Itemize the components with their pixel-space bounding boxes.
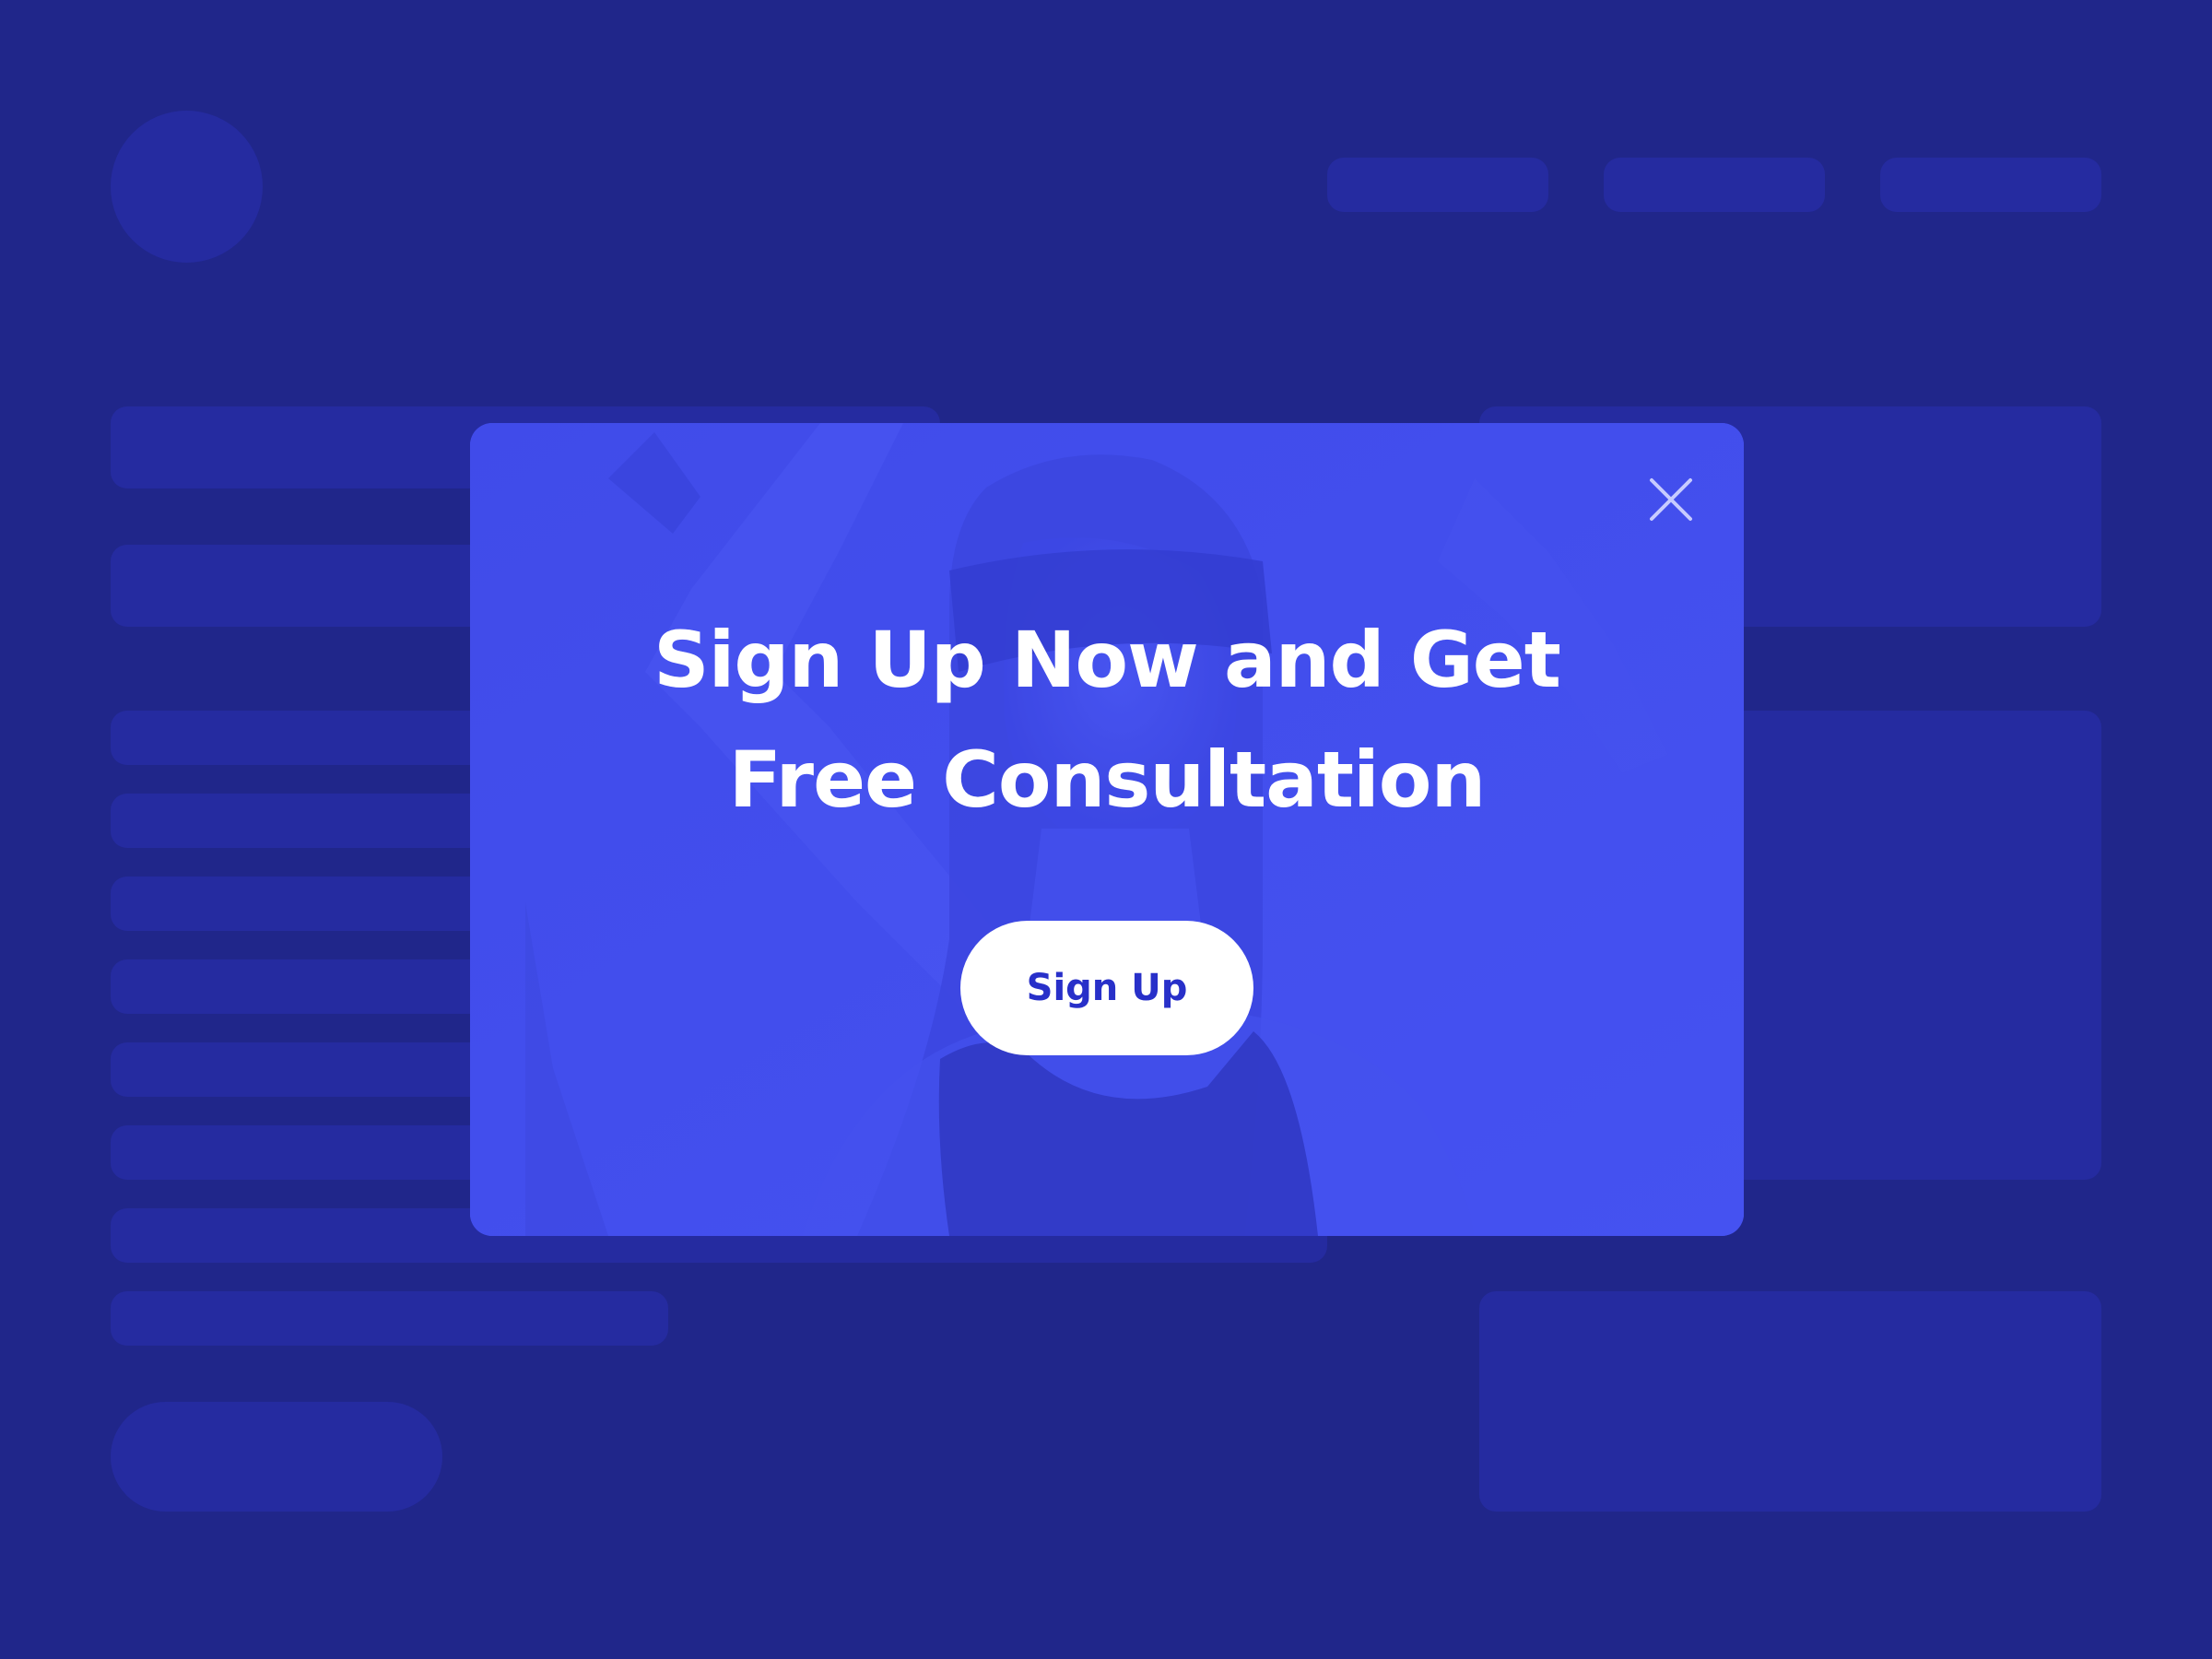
signup-button[interactable]: Sign Up [960, 921, 1253, 1055]
close-button[interactable] [1644, 473, 1698, 526]
modal-title-line-2: Free Consultation [728, 735, 1487, 825]
text-line-placeholder-8 [111, 1291, 668, 1346]
nav-placeholder-3 [1880, 158, 2101, 212]
nav-placeholder-2 [1604, 158, 1825, 212]
modal-title-line-1: Sign Up Now and Get [653, 615, 1561, 705]
nav-placeholder-1 [1327, 158, 1548, 212]
button-placeholder [111, 1402, 442, 1512]
logo-placeholder [111, 111, 263, 263]
sidebar-card-placeholder-3 [1479, 1291, 2101, 1512]
modal-title: Sign Up Now and Get Free Consultation [470, 600, 1744, 840]
close-icon [1650, 478, 1692, 521]
signup-modal: Sign Up Now and Get Free Consultation Si… [470, 423, 1744, 1236]
